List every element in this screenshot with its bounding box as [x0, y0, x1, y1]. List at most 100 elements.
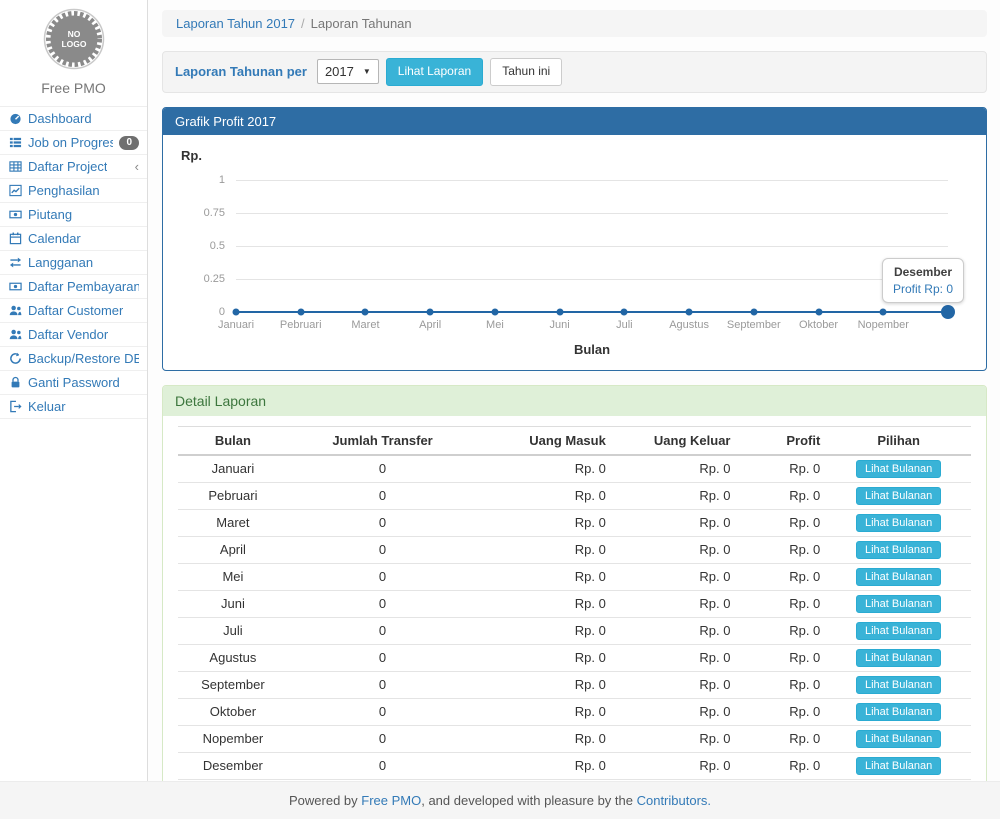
- year-select[interactable]: 2017 ▼: [317, 59, 379, 84]
- sidebar-item-label: Ganti Password: [28, 375, 120, 390]
- filter-label: Laporan Tahunan per: [175, 64, 307, 79]
- lihat-bulanan-button[interactable]: Lihat Bulanan: [856, 676, 941, 694]
- lihat-bulanan-button[interactable]: Lihat Bulanan: [856, 649, 941, 667]
- cell-pilihan: Lihat Bulanan: [826, 698, 971, 725]
- lihat-bulanan-button[interactable]: Lihat Bulanan: [856, 487, 941, 505]
- x-tick-label: April: [419, 319, 441, 331]
- lihat-bulanan-button[interactable]: Lihat Bulanan: [856, 460, 941, 478]
- cell-pilihan: Lihat Bulanan: [826, 590, 971, 617]
- cell-bulan: September: [178, 671, 288, 698]
- dashboard-icon: [8, 112, 22, 126]
- cell-uang_masuk: Rp. 0: [477, 644, 612, 671]
- cell-bulan: Agustus: [178, 644, 288, 671]
- sidebar-item-dashboard[interactable]: Dashboard: [0, 107, 147, 131]
- sidebar-item-label: Daftar Pembayaran: [28, 279, 139, 294]
- detail-panel-body: BulanJumlah TransferUang MasukUang Kelua…: [163, 416, 986, 781]
- sidebar-item-daftar-project[interactable]: Daftar Project‹: [0, 155, 147, 179]
- cell-uang_masuk: Rp. 0: [477, 536, 612, 563]
- data-point-nopember[interactable]: [880, 308, 887, 315]
- x-tick-label: Januari: [218, 319, 254, 331]
- cell-uang_keluar: Rp. 0: [612, 536, 737, 563]
- chart-icon: [8, 184, 22, 198]
- sidebar-item-ganti-password[interactable]: Ganti Password: [0, 371, 147, 395]
- cell-uang_masuk: Rp. 0: [477, 590, 612, 617]
- sidebar-item-daftar-pembayaran[interactable]: Daftar Pembayaran: [0, 275, 147, 299]
- sidebar-item-job-on-progress[interactable]: Job on Progress0: [0, 131, 147, 155]
- lihat-bulanan-button[interactable]: Lihat Bulanan: [856, 595, 941, 613]
- footer-text: Powered by: [289, 793, 361, 808]
- cell-jumlah_transfer: 0: [288, 725, 477, 752]
- x-tick-label: Juni: [550, 319, 570, 331]
- x-tick-label: Mei: [486, 319, 504, 331]
- sidebar-item-piutang[interactable]: Piutang: [0, 203, 147, 227]
- free-pmo-link[interactable]: Free PMO: [361, 793, 421, 808]
- sidebar-item-backup-restore-db[interactable]: Backup/Restore DB: [0, 347, 147, 371]
- cell-uang_keluar: Rp. 0: [612, 482, 737, 509]
- breadcrumb-link[interactable]: Laporan Tahun 2017: [176, 16, 295, 31]
- lihat-bulanan-button[interactable]: Lihat Bulanan: [856, 757, 941, 775]
- cell-bulan: Juli: [178, 617, 288, 644]
- cell-profit: Rp. 0: [737, 644, 827, 671]
- data-point-april[interactable]: [427, 308, 434, 315]
- brand-block: NO LOGO Free PMO: [0, 0, 147, 106]
- sidebar-item-penghasilan[interactable]: Penghasilan: [0, 179, 147, 203]
- lihat-bulanan-button[interactable]: Lihat Bulanan: [856, 703, 941, 721]
- sidebar-item-keluar[interactable]: Keluar: [0, 395, 147, 419]
- table-row: Pebruari0Rp. 0Rp. 0Rp. 0Lihat Bulanan: [178, 482, 971, 509]
- x-tick-label: Juli: [616, 319, 633, 331]
- data-point-januari[interactable]: [233, 308, 240, 315]
- y-tick-label: 1: [181, 174, 225, 186]
- data-point-oktober[interactable]: [815, 308, 822, 315]
- cell-bulan: Juni: [178, 590, 288, 617]
- data-point-mei[interactable]: [491, 308, 498, 315]
- cell-pilihan: Lihat Bulanan: [826, 482, 971, 509]
- chart-y-axis-title: Rp.: [181, 148, 968, 163]
- table-row: Agustus0Rp. 0Rp. 0Rp. 0Lihat Bulanan: [178, 644, 971, 671]
- lihat-bulanan-button[interactable]: Lihat Bulanan: [856, 730, 941, 748]
- cell-profit: Rp. 0: [737, 725, 827, 752]
- breadcrumb-separator: /: [301, 16, 305, 31]
- data-point-juli[interactable]: [621, 308, 628, 315]
- cell-jumlah_transfer: 0: [288, 590, 477, 617]
- cell-profit: Rp. 0: [737, 617, 827, 644]
- cell-jumlah_transfer: 0: [288, 536, 477, 563]
- x-tick-label: September: [727, 319, 781, 331]
- cell-profit: Rp. 0: [737, 509, 827, 536]
- sidebar-item-langganan[interactable]: Langganan: [0, 251, 147, 275]
- no-logo-badge: NO LOGO: [41, 8, 107, 70]
- sidebar-item-daftar-vendor[interactable]: Daftar Vendor: [0, 323, 147, 347]
- cell-uang_masuk: Rp. 0: [477, 455, 612, 483]
- cell-jumlah_transfer: 0: [288, 482, 477, 509]
- x-tick-label: Agustus: [669, 319, 709, 331]
- data-point-desember[interactable]: [941, 305, 955, 319]
- refresh-icon: [8, 352, 22, 366]
- cell-uang_masuk: Rp. 0: [477, 752, 612, 779]
- count-badge: 0: [119, 136, 139, 150]
- money-icon: [8, 208, 22, 222]
- layout: NO LOGO Free PMO DashboardJob on Progres…: [0, 0, 1000, 781]
- data-point-pebruari[interactable]: [297, 308, 304, 315]
- y-tick-label: 0.5: [181, 240, 225, 252]
- cell-uang_keluar: Rp. 0: [612, 455, 737, 483]
- sidebar-item-calendar[interactable]: Calendar: [0, 227, 147, 251]
- cell-uang_masuk: Rp. 0: [477, 725, 612, 752]
- this-year-button[interactable]: Tahun ini: [490, 58, 562, 86]
- view-report-button[interactable]: Lihat Laporan: [386, 58, 483, 86]
- data-point-september[interactable]: [750, 308, 757, 315]
- table-row: Desember0Rp. 0Rp. 0Rp. 0Lihat Bulanan: [178, 752, 971, 779]
- chevron-left-icon: ‹: [135, 160, 139, 173]
- brand-name: Free PMO: [0, 80, 147, 96]
- lihat-bulanan-button[interactable]: Lihat Bulanan: [856, 514, 941, 532]
- data-point-maret[interactable]: [362, 308, 369, 315]
- cell-jumlah_transfer: 0: [288, 563, 477, 590]
- data-point-juni[interactable]: [556, 308, 563, 315]
- lihat-bulanan-button[interactable]: Lihat Bulanan: [856, 568, 941, 586]
- list-icon: [8, 136, 22, 150]
- sidebar-item-label: Calendar: [28, 231, 81, 246]
- contributors-link[interactable]: Contributors.: [637, 793, 711, 808]
- cell-uang_masuk: Rp. 0: [477, 617, 612, 644]
- lihat-bulanan-button[interactable]: Lihat Bulanan: [856, 541, 941, 559]
- lihat-bulanan-button[interactable]: Lihat Bulanan: [856, 622, 941, 640]
- data-point-agustus[interactable]: [686, 308, 693, 315]
- sidebar-item-daftar-customer[interactable]: Daftar Customer: [0, 299, 147, 323]
